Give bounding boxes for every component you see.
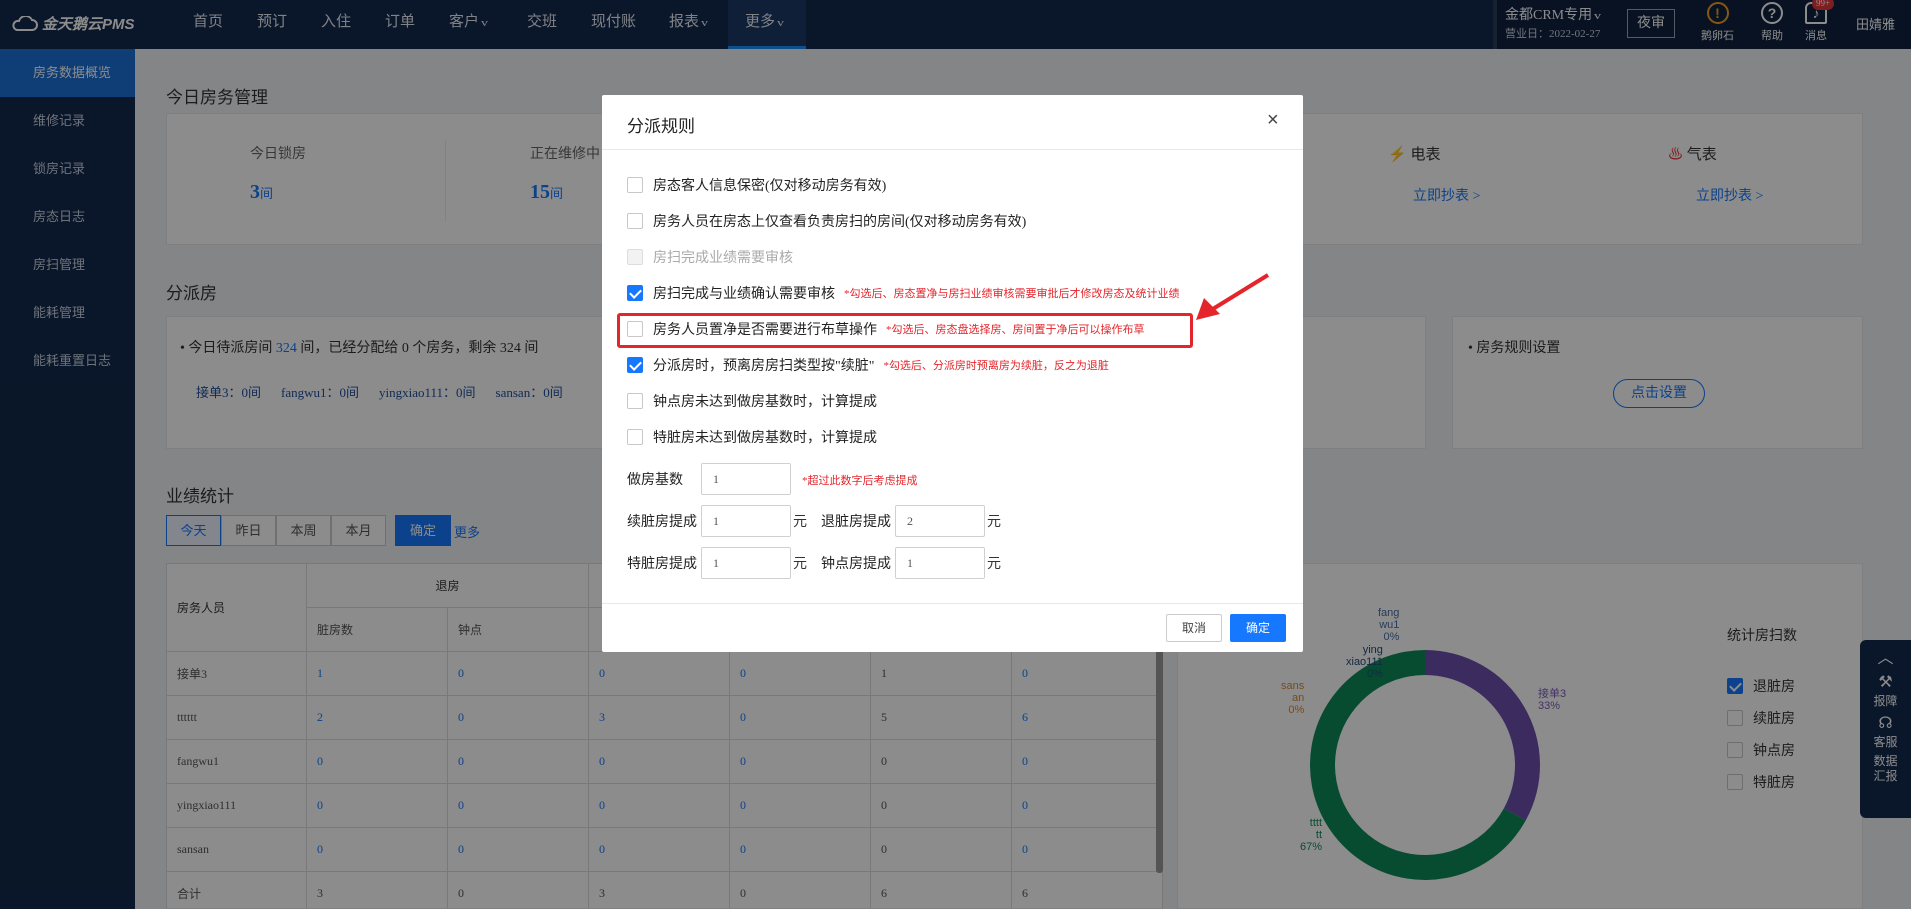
divider xyxy=(602,149,1303,150)
highlight-box xyxy=(617,313,1193,348)
dispatch-rules-dialog: 分派规则 × 房态客人信息保密(仅对移动房务有效) 房务人员在房态上仅查看负责房… xyxy=(602,95,1303,652)
hourly-label: 钟点房提成 xyxy=(821,557,891,572)
checkout-dirty-label: 退脏房提成 xyxy=(821,515,891,530)
option-label: 特脏房未达到做房基数时，计算提成 xyxy=(653,431,877,446)
checkbox[interactable] xyxy=(627,285,643,301)
option-label: 分派房时，预离房房扫类型按"续脏" xyxy=(653,359,875,374)
checkbox xyxy=(627,249,643,265)
unit-yuan: 元 xyxy=(793,557,807,572)
checkbox[interactable] xyxy=(627,429,643,445)
option-label: 房务人员在房态上仅查看负责房扫的房间(仅对移动房务有效) xyxy=(653,215,1027,230)
option-cleaning-audit: 房扫完成业绩需要审核 xyxy=(627,247,793,267)
option-label: 房扫完成业绩需要审核 xyxy=(653,251,793,266)
base-label: 做房基数 xyxy=(627,473,683,488)
dialog-title: 分派规则 xyxy=(627,117,695,136)
option-label: 钟点房未达到做房基数时，计算提成 xyxy=(653,395,877,410)
stay-dirty-label: 续脏房提成 xyxy=(627,515,697,530)
unit-yuan: 元 xyxy=(987,557,1001,572)
unit-yuan: 元 xyxy=(793,515,807,530)
checkbox[interactable] xyxy=(627,177,643,193)
option-special-dirty-commission[interactable]: 特脏房未达到做房基数时，计算提成 xyxy=(627,427,877,447)
option-note: *勾选后、分派房时预离房为续脏，反之为退脏 xyxy=(883,360,1109,372)
divider xyxy=(602,603,1303,604)
base-count-input[interactable]: 1 xyxy=(701,463,791,495)
option-label: 房态客人信息保密(仅对移动房务有效) xyxy=(653,179,887,194)
option-note: *勾选后、房态置净与房扫业绩审核需要审批后才修改房态及统计业绩 xyxy=(844,288,1180,300)
special-dirty-input[interactable]: 1 xyxy=(701,547,791,579)
checkout-dirty-input[interactable]: 2 xyxy=(895,505,985,537)
hourly-input[interactable]: 1 xyxy=(895,547,985,579)
checkbox[interactable] xyxy=(627,393,643,409)
option-hourly-commission[interactable]: 钟点房未达到做房基数时，计算提成 xyxy=(627,391,877,411)
option-guest-privacy[interactable]: 房态客人信息保密(仅对移动房务有效) xyxy=(627,175,886,195)
unit-yuan: 元 xyxy=(987,515,1001,530)
special-dirty-label: 特脏房提成 xyxy=(627,557,697,572)
base-note: *超过此数字后考虑提成 xyxy=(802,475,918,487)
option-label: 房扫完成与业绩确认需要审核 xyxy=(653,287,835,302)
cancel-button[interactable]: 取消 xyxy=(1166,614,1222,642)
checkbox[interactable] xyxy=(627,357,643,373)
annotation-arrow-icon xyxy=(1196,273,1270,320)
close-icon[interactable]: × xyxy=(1267,109,1279,132)
ok-button[interactable]: 确定 xyxy=(1230,614,1286,642)
checkbox[interactable] xyxy=(627,213,643,229)
option-cleaning-perf-audit[interactable]: 房扫完成与业绩确认需要审核 *勾选后、房态置净与房扫业绩审核需要审批后才修改房态及… xyxy=(627,283,1180,303)
option-view-own-rooms[interactable]: 房务人员在房态上仅查看负责房扫的房间(仅对移动房务有效) xyxy=(627,211,1026,231)
option-departure-stay-dirty[interactable]: 分派房时，预离房房扫类型按"续脏" *勾选后、分派房时预离房为续脏，反之为退脏 xyxy=(627,355,1109,375)
stay-dirty-input[interactable]: 1 xyxy=(701,505,791,537)
